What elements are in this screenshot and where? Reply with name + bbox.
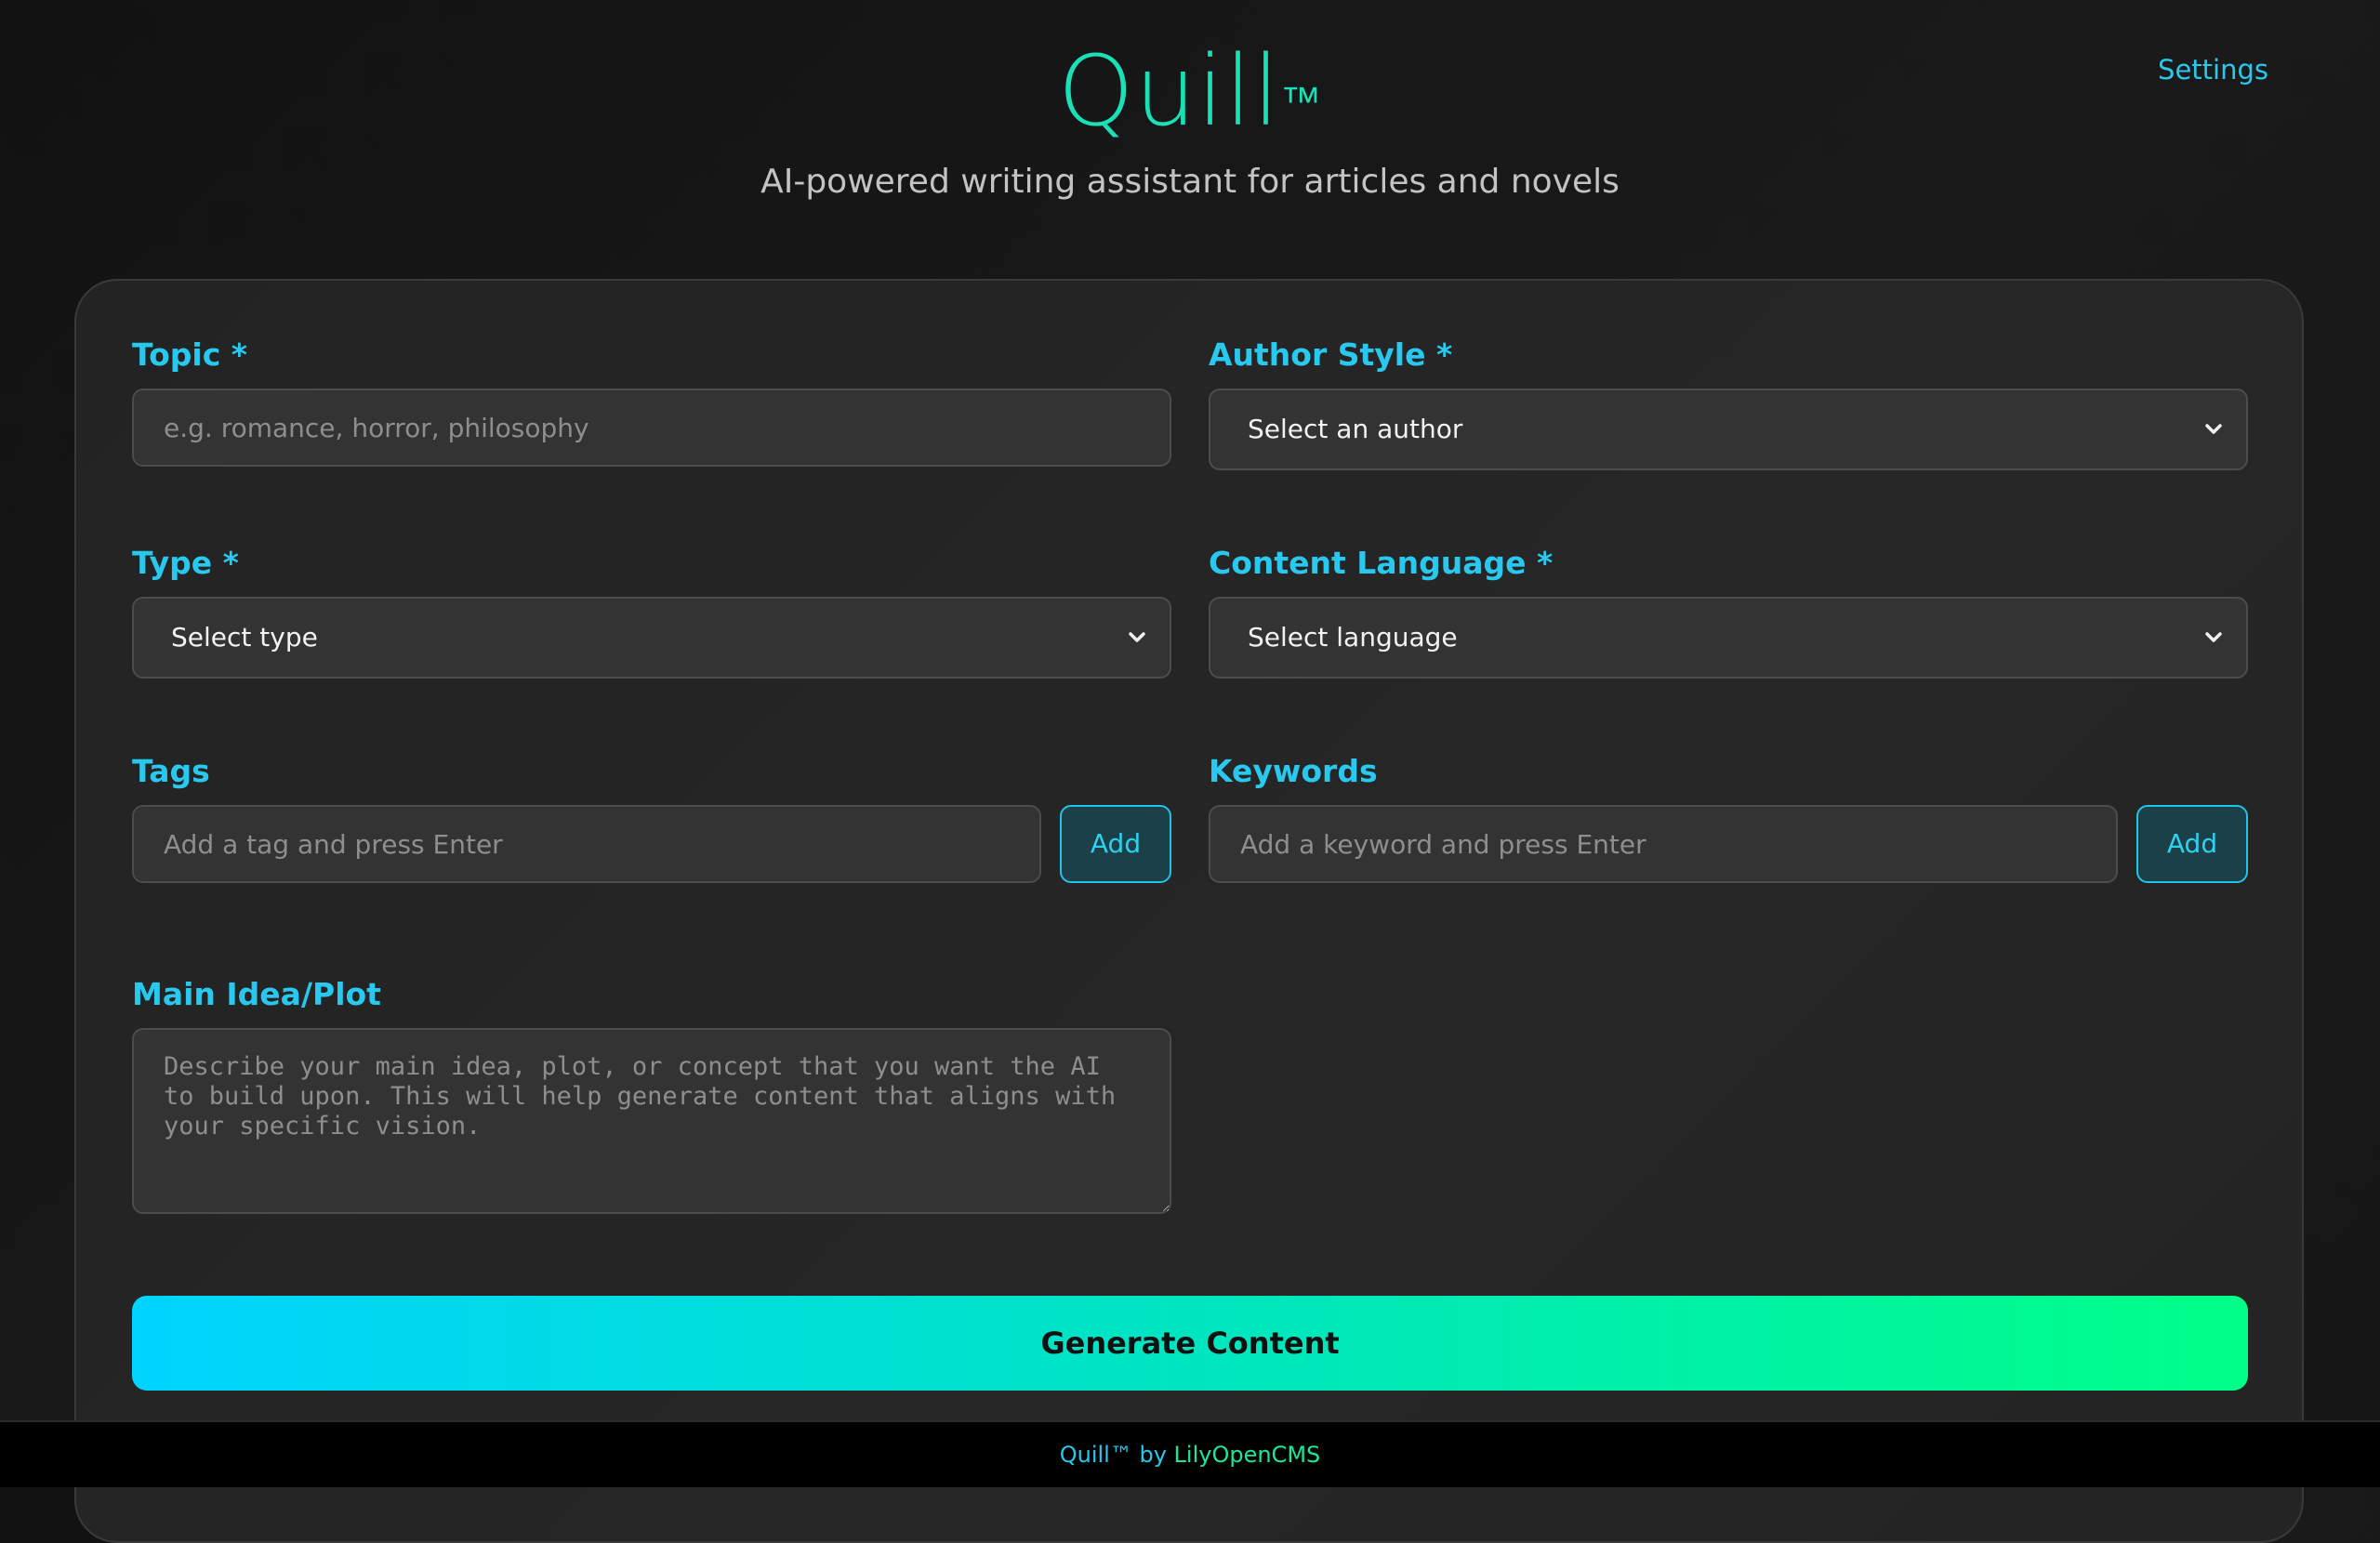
app-logo: Quill™ [0, 37, 2380, 145]
keyword-input[interactable] [1209, 805, 2118, 883]
settings-link[interactable]: Settings [2158, 54, 2268, 86]
type-label: Type * [132, 545, 239, 581]
generate-content-button[interactable]: Generate Content [132, 1296, 2248, 1391]
content-language-select[interactable]: Select language [1209, 597, 2248, 679]
author-style-select[interactable]: Select an author [1209, 389, 2248, 470]
type-value: Select type [171, 622, 318, 653]
tags-label: Tags [132, 753, 210, 789]
footer-org-link[interactable]: LilyOpenCMS [1174, 1442, 1321, 1468]
chevron-down-icon [2205, 424, 2222, 434]
brand-name: Quill [1057, 34, 1281, 148]
app-subtitle: AI-powered writing assistant for article… [760, 163, 1620, 201]
app-footer: Quill™ by LilyOpenCMS [0, 1420, 2380, 1487]
chevron-down-icon [1129, 632, 1145, 642]
type-select[interactable]: Select type [132, 597, 1171, 679]
main-idea-textarea[interactable] [132, 1028, 1171, 1214]
app-header: Quill™ AI-powered writing assistant for … [0, 0, 2380, 279]
topic-label: Topic * [132, 336, 248, 373]
topic-input[interactable] [132, 389, 1171, 467]
author-style-value: Select an author [1248, 414, 1463, 444]
footer-product: Quill™ [1059, 1442, 1132, 1468]
chevron-down-icon [2205, 632, 2222, 642]
author-style-label: Author Style * [1209, 336, 1453, 373]
content-language-label: Content Language * [1209, 545, 1554, 581]
tag-input[interactable] [132, 805, 1041, 883]
keywords-label: Keywords [1209, 753, 1378, 789]
add-tag-button[interactable]: Add [1060, 805, 1171, 883]
main-idea-label: Main Idea/Plot [132, 976, 381, 1012]
footer-by: by [1131, 1442, 1174, 1468]
content-language-value: Select language [1248, 622, 1458, 653]
add-keyword-button[interactable]: Add [2136, 805, 2248, 883]
trademark-symbol: ™ [1280, 78, 1323, 125]
